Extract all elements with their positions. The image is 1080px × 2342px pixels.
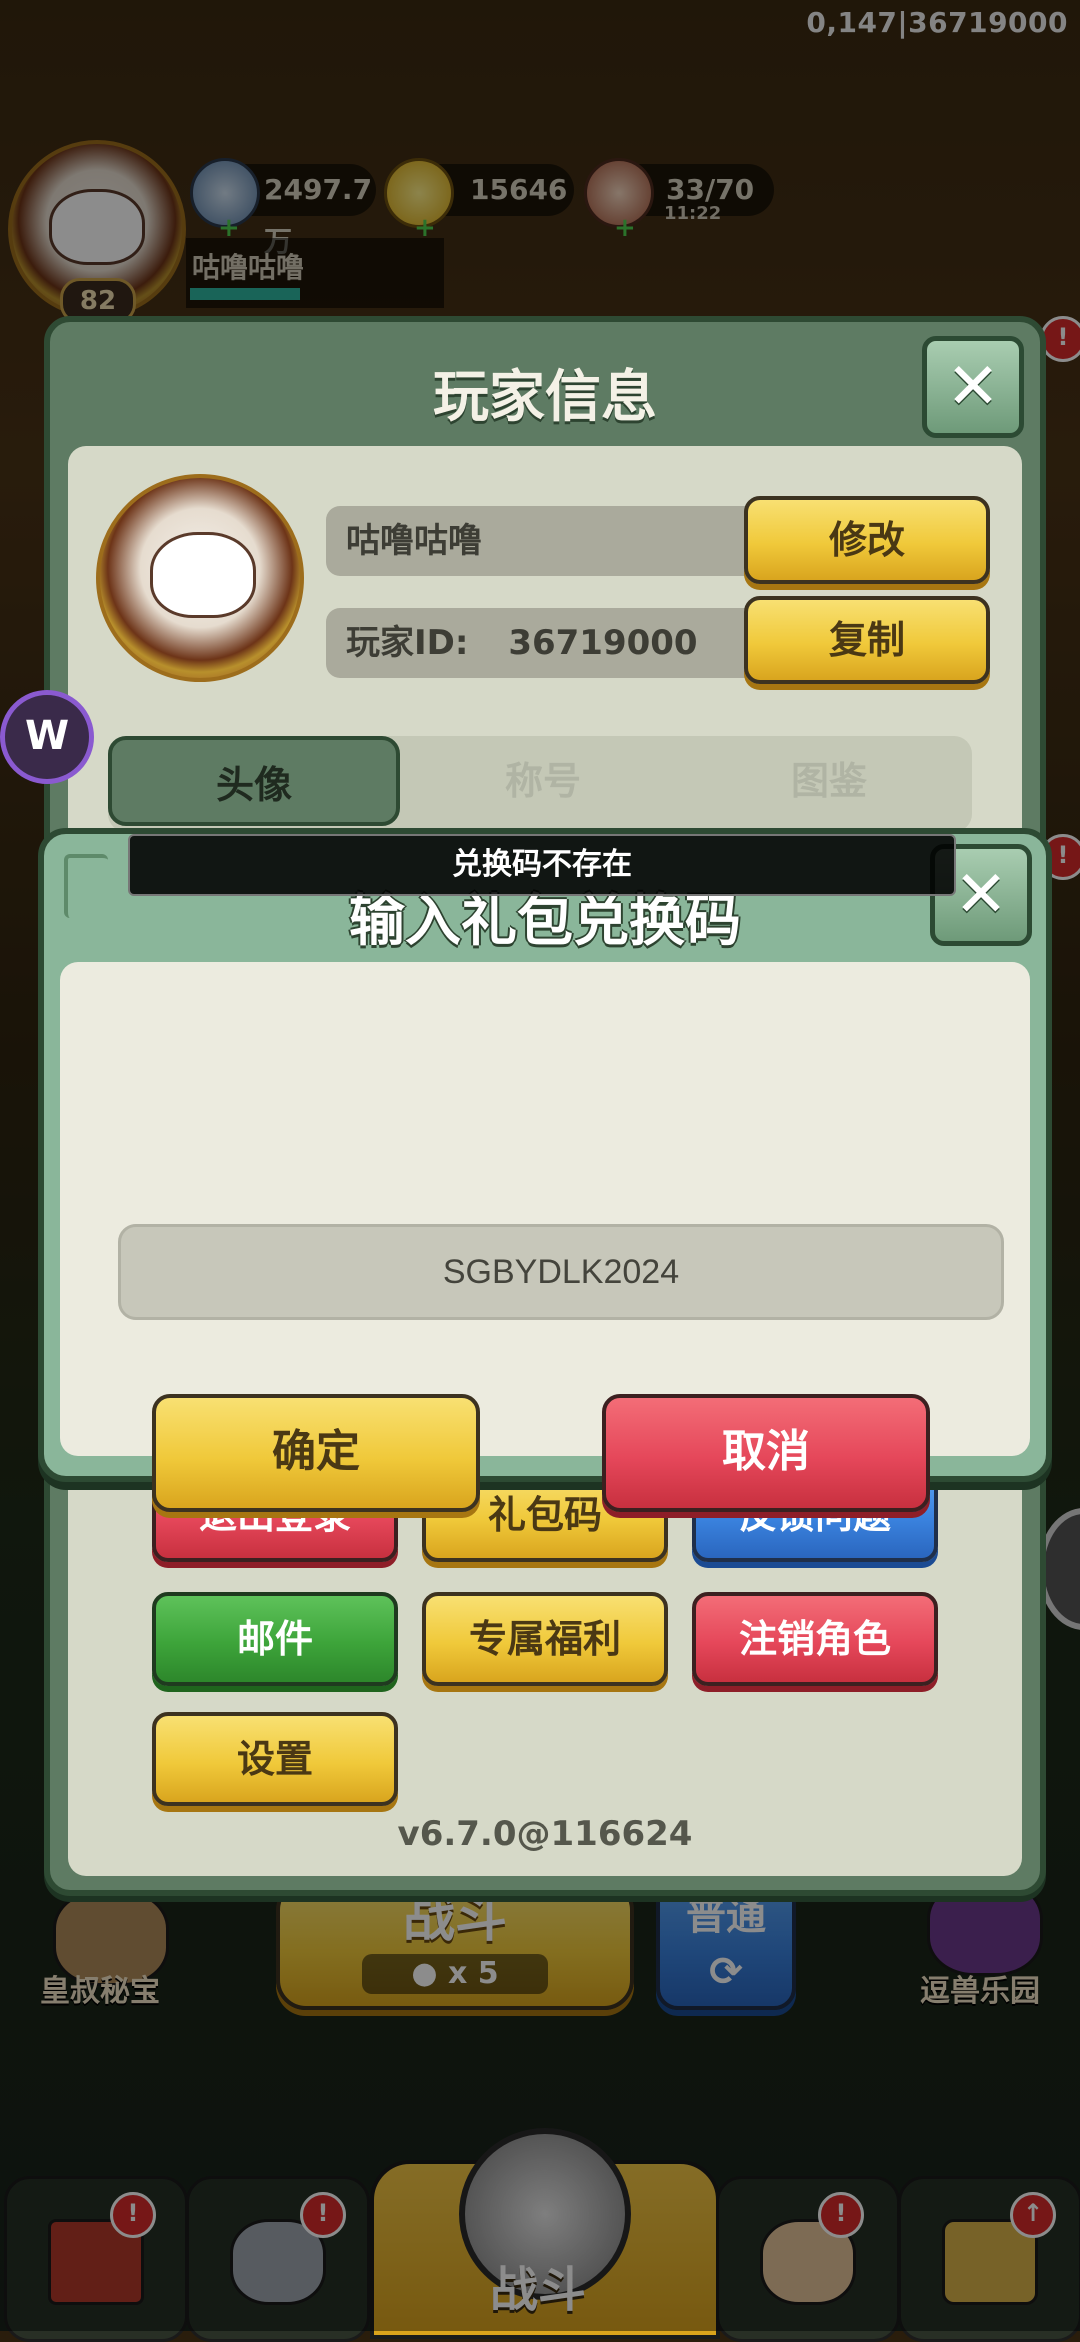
- copy-id-button[interactable]: 复制: [744, 596, 990, 684]
- player-name-field: 咕噜咕噜: [326, 506, 758, 576]
- close-icon: ✕: [946, 350, 1000, 424]
- player-id-field: 玩家ID: 36719000: [326, 608, 758, 678]
- tab-title[interactable]: 称号: [400, 736, 686, 826]
- cancel-button[interactable]: 取消: [602, 1394, 930, 1512]
- modify-name-button[interactable]: 修改: [744, 496, 990, 584]
- tab-avatar[interactable]: 头像: [108, 736, 400, 826]
- confirm-button[interactable]: 确定: [152, 1394, 480, 1512]
- cat-avatar-icon: [150, 532, 256, 618]
- settings-button[interactable]: 设置: [152, 1712, 398, 1806]
- mail-button[interactable]: 邮件: [152, 1592, 398, 1686]
- redeem-code-dialog: 输入礼包兑换码 ✕ 确定 取消: [38, 828, 1052, 1512]
- error-toast: 兑换码不存在: [128, 834, 956, 896]
- player-avatar[interactable]: [96, 474, 304, 682]
- close-icon: ✕: [954, 858, 1008, 932]
- exclusive-benefits-button[interactable]: 专属福利: [422, 1592, 668, 1686]
- version-label: v6.7.0@116624: [397, 1814, 693, 1854]
- player-info-close-button[interactable]: ✕: [922, 336, 1024, 438]
- player-id-value: 36719000: [508, 623, 698, 663]
- tab-strip: 头像 称号 图鉴: [108, 736, 972, 832]
- redeem-dialog-body: 确定 取消: [60, 962, 1030, 1512]
- player-id-label: 玩家ID:: [346, 623, 469, 663]
- w-floating-icon[interactable]: W: [0, 690, 94, 784]
- delete-character-button[interactable]: 注销角色: [692, 1592, 938, 1686]
- gift-code-input[interactable]: [118, 1224, 1004, 1320]
- tab-collection[interactable]: 图鉴: [686, 736, 972, 826]
- player-info-title: 玩家信息: [433, 365, 657, 430]
